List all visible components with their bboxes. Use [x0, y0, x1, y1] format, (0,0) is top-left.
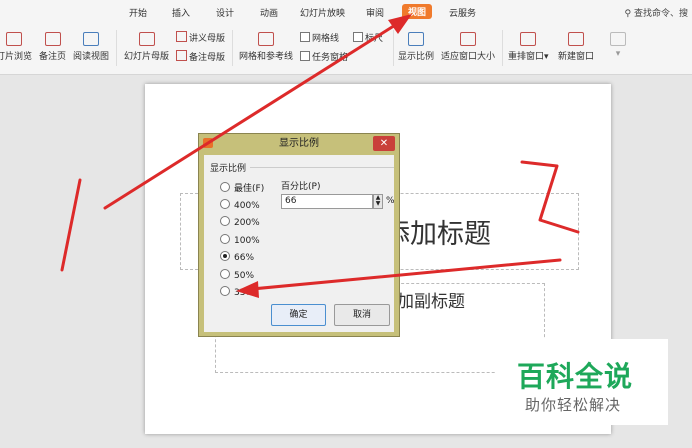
annotation-stroke	[60, 178, 82, 272]
arrowhead	[236, 281, 259, 298]
arrowhead	[388, 14, 412, 34]
annotation-arrow-to-view-tab	[103, 20, 402, 210]
annotation-zigzag	[520, 160, 580, 234]
watermark-logo: 百科全说	[517, 360, 634, 393]
annotation-arrow-to-33-option	[250, 258, 562, 291]
watermark-subtitle: 助你轻松解决	[525, 396, 622, 414]
